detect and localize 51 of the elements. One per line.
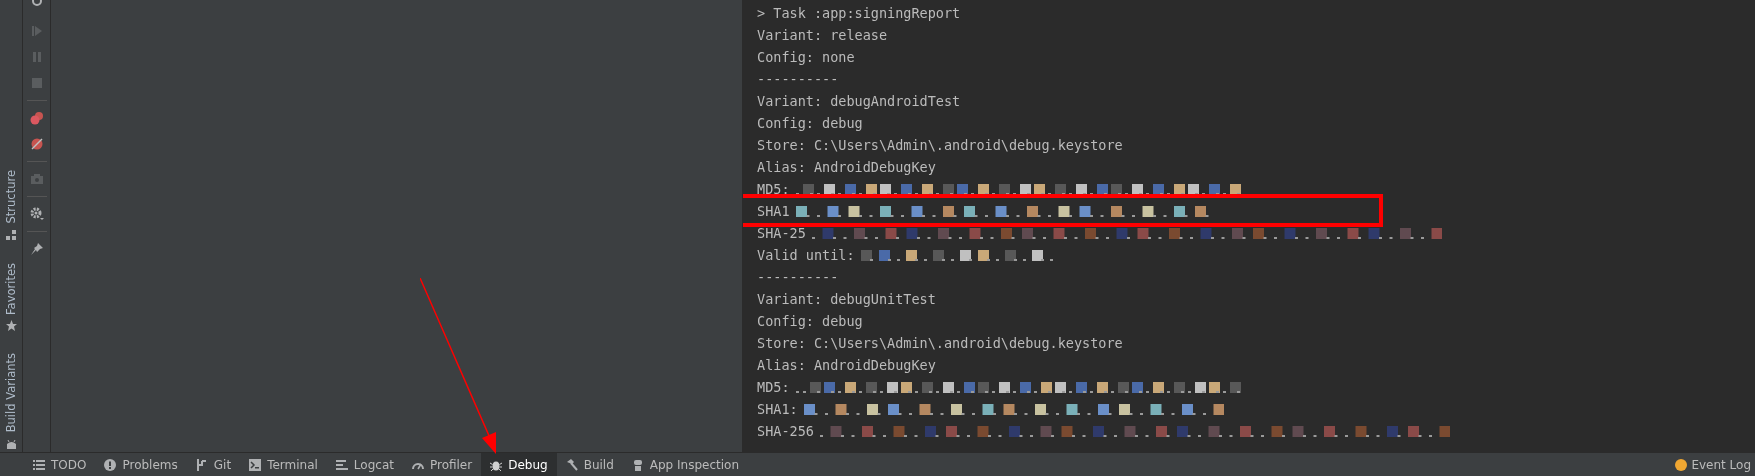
console-line: ----------: [757, 71, 839, 87]
tool-window-tab[interactable]: Profiler: [402, 453, 482, 476]
tool-window-tab[interactable]: TODO: [24, 453, 96, 476]
camera-icon[interactable]: [29, 172, 44, 186]
event-log-button[interactable]: Event Log: [1671, 453, 1755, 476]
breakpoints-icon[interactable]: [29, 111, 44, 125]
resume-icon[interactable]: [29, 24, 44, 38]
tool-window-tab[interactable]: Git: [186, 453, 241, 476]
console-line: Config: debug: [757, 313, 863, 329]
console-line: Store: C:\Users\Admin\.android\debug.keystore: [757, 335, 1123, 351]
list-icon: [33, 458, 45, 471]
balloon-icon: [1675, 458, 1688, 471]
console-line: SHA1:: [757, 401, 798, 417]
hammer-icon: [565, 458, 578, 471]
console-line: Valid until:: [757, 247, 855, 263]
console-line: MD5:: [757, 181, 790, 197]
log-icon: [335, 458, 348, 471]
pin-icon[interactable]: [29, 242, 44, 256]
terminal-icon: [249, 458, 262, 471]
mute-breakpoints-icon[interactable]: [29, 137, 44, 151]
alert-icon: [104, 458, 117, 471]
console-line: Config: debug: [757, 115, 863, 131]
console-line: ----------: [757, 269, 839, 285]
structure-icon: [5, 229, 17, 241]
stop-icon[interactable]: [29, 76, 44, 90]
tool-window-tab[interactable]: Favorites: [4, 262, 18, 315]
tool-window-tab[interactable]: Logcat: [326, 453, 403, 476]
star-icon: [5, 320, 17, 332]
settings-icon[interactable]: [29, 207, 44, 221]
tool-window-tab[interactable]: Debug: [481, 453, 557, 476]
console-line: > Task :app:signingReport: [757, 5, 961, 21]
console-line: SHA-256: [757, 423, 814, 439]
console-line: Alias: AndroidDebugKey: [757, 357, 936, 373]
console-line: SHA1: [757, 203, 790, 219]
tool-window-tab[interactable]: Terminal: [240, 453, 327, 476]
tool-window-tab[interactable]: Build: [556, 453, 623, 476]
console-line: Config: none: [757, 49, 855, 65]
console-line: Variant: release: [757, 27, 888, 43]
console-line: SHA-25: [757, 225, 806, 241]
tool-window-tab[interactable]: App Inspection: [622, 453, 749, 476]
android-icon: [5, 438, 17, 450]
tool-window-tab[interactable]: Problems: [95, 453, 187, 476]
tool-window-tab[interactable]: Structure: [4, 170, 18, 224]
tool-window-tab[interactable]: Build Variants: [4, 353, 18, 433]
console-line: Variant: debugUnitTest: [757, 291, 936, 307]
console-line: Store: C:\Users\Admin\.android\debug.keystore: [757, 137, 1123, 153]
branch-icon: [195, 458, 208, 471]
robot-icon: [631, 458, 644, 471]
console-line: Alias: AndroidDebugKey: [757, 159, 936, 175]
console-line: MD5:: [757, 379, 790, 395]
console-line: Variant: debugAndroidTest: [757, 93, 961, 109]
